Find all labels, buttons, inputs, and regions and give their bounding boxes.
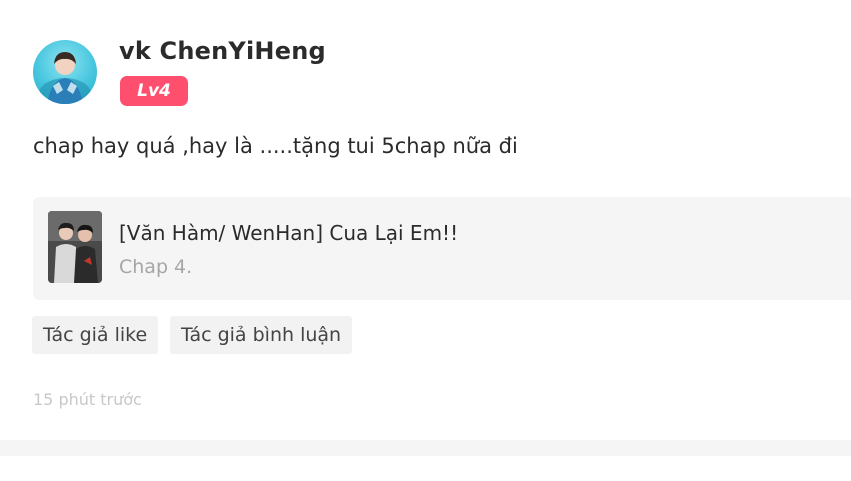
- section-divider: [0, 440, 851, 456]
- avatar[interactable]: [33, 40, 97, 104]
- chapter-thumbnail: [48, 211, 102, 283]
- author-like-tag: Tác giả like: [32, 316, 159, 354]
- reference-title: [Văn Hàm/ WenHan] Cua Lại Em!!: [119, 221, 459, 245]
- comment-text: chap hay quá ,hay là .....tặng tui 5chap…: [33, 134, 518, 158]
- comment-card: vk ChenYiHeng Lv4 chap hay quá ,hay là .…: [0, 0, 851, 440]
- timestamp: 15 phút trước: [33, 390, 142, 409]
- level-badge: Lv4: [120, 76, 188, 106]
- reference-chapter: Chap 4.: [119, 256, 193, 278]
- author-comment-tag: Tác giả bình luận: [170, 316, 353, 354]
- chapter-reference[interactable]: [Văn Hàm/ WenHan] Cua Lại Em!! Chap 4.: [33, 197, 851, 300]
- username[interactable]: vk ChenYiHeng: [119, 34, 326, 68]
- avatar-image: [39, 52, 91, 104]
